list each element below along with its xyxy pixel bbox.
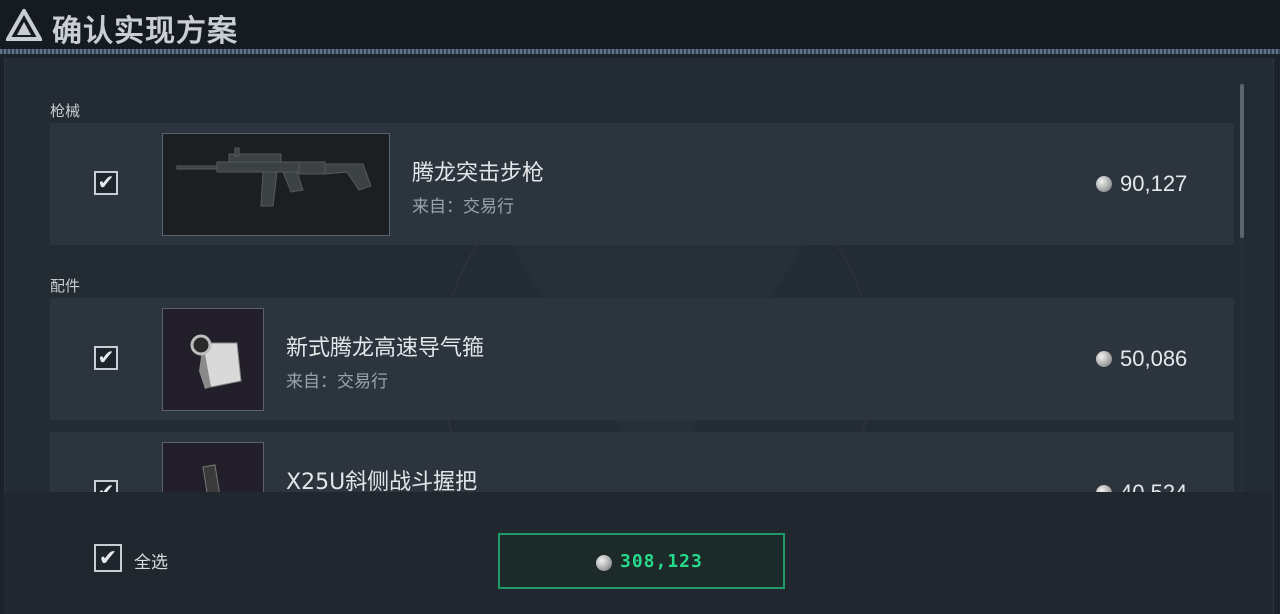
- item-price: 90,127: [1120, 171, 1188, 196]
- select-all-label: 全选: [134, 553, 168, 573]
- item-checkbox[interactable]: ✔: [94, 346, 118, 370]
- total-price: 308,123: [620, 551, 703, 572]
- item-price: 50,086: [1120, 346, 1188, 371]
- item-source: 来自：交易行: [412, 197, 514, 217]
- item-list: 枪械 ✔ 腾龙突击步枪 来自：交易行 90,127 配件 ✔ 新式腾龙高速导气箍…: [4, 58, 1272, 492]
- coin-icon: [596, 555, 612, 571]
- item-name: 腾龙突击步枪: [412, 161, 545, 186]
- select-all-checkbox[interactable]: ✔: [94, 544, 122, 572]
- item-name: X25U斜侧战斗握把: [286, 470, 478, 492]
- grip-image: [162, 442, 264, 492]
- list-item-grip[interactable]: ✔ X25U斜侧战斗握把 40,524: [50, 432, 1234, 492]
- assault-rifle-image: [162, 133, 390, 236]
- item-checkbox[interactable]: ✔: [94, 480, 118, 492]
- title-bar: 确认实现方案: [0, 0, 1280, 50]
- list-item-rifle[interactable]: ✔ 腾龙突击步枪 来自：交易行 90,127: [50, 123, 1234, 245]
- section-label-firearms: 枪械: [50, 102, 81, 120]
- item-checkbox[interactable]: ✔: [94, 171, 118, 195]
- gas-block-image: [162, 308, 264, 411]
- coin-icon: [1096, 176, 1112, 192]
- page-title: 确认实现方案: [52, 14, 238, 49]
- item-source: 来自：交易行: [286, 372, 388, 392]
- title-divider: [0, 49, 1280, 54]
- coin-icon: [1096, 485, 1112, 492]
- item-price: 40,524: [1120, 480, 1187, 492]
- triangle-logo-icon: [6, 9, 42, 41]
- list-item-gas-block[interactable]: ✔ 新式腾龙高速导气箍 来自：交易行 50,086: [50, 298, 1234, 420]
- scrollbar-thumb[interactable]: [1240, 84, 1244, 238]
- confirm-purchase-button[interactable]: 308,123: [498, 533, 785, 589]
- coin-icon: [1096, 351, 1112, 367]
- section-label-attachments: 配件: [50, 277, 81, 295]
- item-name: 新式腾龙高速导气箍: [286, 336, 485, 361]
